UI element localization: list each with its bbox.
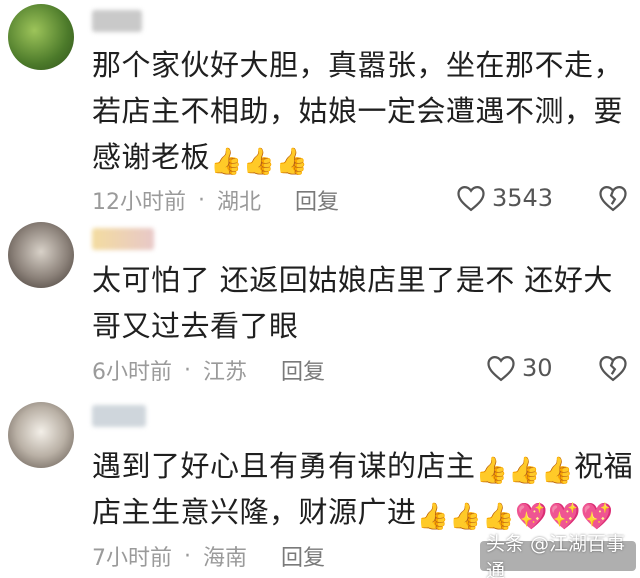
like-count: 3543 — [492, 184, 554, 212]
heart-icon — [487, 355, 515, 382]
reply-button[interactable]: 回复 — [281, 540, 325, 572]
separator: · — [184, 543, 191, 569]
location: 海南 — [203, 546, 248, 571]
thumbs-up-icon: 👍 — [482, 502, 516, 532]
like-count: 30 — [522, 354, 553, 382]
separator: · — [184, 357, 191, 383]
comment-text: 遇到了好心且有勇有谋的店主👍👍👍祝福 店主生意兴隆，财源广进👍👍👍💖💖💖 — [92, 443, 634, 535]
thumbs-up-icon: 👍 — [449, 502, 483, 532]
like-button[interactable]: 30 — [486, 354, 553, 382]
thumbs-up-icon: 👍 — [275, 147, 309, 177]
comment-text: 太可怕了 还返回姑娘店里了是不 还好大哥又过去看了眼 — [92, 257, 632, 349]
heart-icon — [457, 185, 485, 212]
comment-body: 店主生意兴隆，财源广进 — [92, 495, 417, 529]
watermark: 头条 @江湖百事通 — [480, 533, 636, 578]
thumbs-up-icon: 👍 — [475, 456, 509, 486]
username-blurred[interactable] — [92, 228, 154, 250]
avatar[interactable] — [8, 402, 74, 468]
separator: · — [198, 187, 205, 213]
timestamp: 7小时前 — [92, 546, 172, 571]
like-button[interactable]: 3543 — [456, 184, 553, 212]
kiss-heart-icon: 💖 — [548, 502, 581, 532]
broken-heart-icon[interactable] — [598, 184, 628, 212]
comment-meta: 7小时前 · 海南 回复 — [92, 540, 325, 572]
comment-body: 那个家伙好大胆，真嚣张，坐在那不走，若店主不相助，姑娘一定会遭遇不测，要感谢老板 — [92, 48, 624, 174]
comment-meta: 12小时前 · 湖北 回复 — [92, 184, 339, 216]
comment-body: 祝福 — [574, 449, 634, 483]
thumbs-up-icon: 👍 — [541, 456, 575, 486]
reply-button[interactable]: 回复 — [295, 184, 339, 216]
thumbs-up-icon: 👍 — [416, 502, 450, 532]
kiss-heart-icon: 💖 — [515, 502, 549, 532]
thumbs-up-icon: 👍 — [508, 456, 542, 486]
avatar[interactable] — [8, 4, 74, 70]
comment-text: 那个家伙好大胆，真嚣张，坐在那不走，若店主不相助，姑娘一定会遭遇不测，要感谢老板… — [92, 42, 632, 180]
thumbs-up-icon: 👍 — [210, 147, 243, 177]
timestamp: 12小时前 — [92, 190, 186, 215]
location: 江苏 — [203, 360, 248, 385]
location: 湖北 — [217, 190, 262, 215]
broken-heart-icon[interactable] — [598, 354, 628, 382]
kiss-heart-icon: 💖 — [580, 502, 614, 532]
comment-body: 遇到了好心且有勇有谋的店主 — [92, 449, 476, 483]
reply-button[interactable]: 回复 — [281, 354, 325, 386]
avatar[interactable] — [8, 222, 74, 288]
thumbs-up-icon: 👍 — [242, 147, 276, 177]
comment-meta: 6小时前 · 江苏 回复 — [92, 354, 325, 386]
timestamp: 6小时前 — [92, 360, 172, 385]
username-blurred[interactable] — [92, 405, 146, 427]
comment-body: 太可怕了 还返回姑娘店里了是不 还好大哥又过去看了眼 — [92, 263, 613, 343]
username-blurred[interactable] — [92, 10, 142, 32]
